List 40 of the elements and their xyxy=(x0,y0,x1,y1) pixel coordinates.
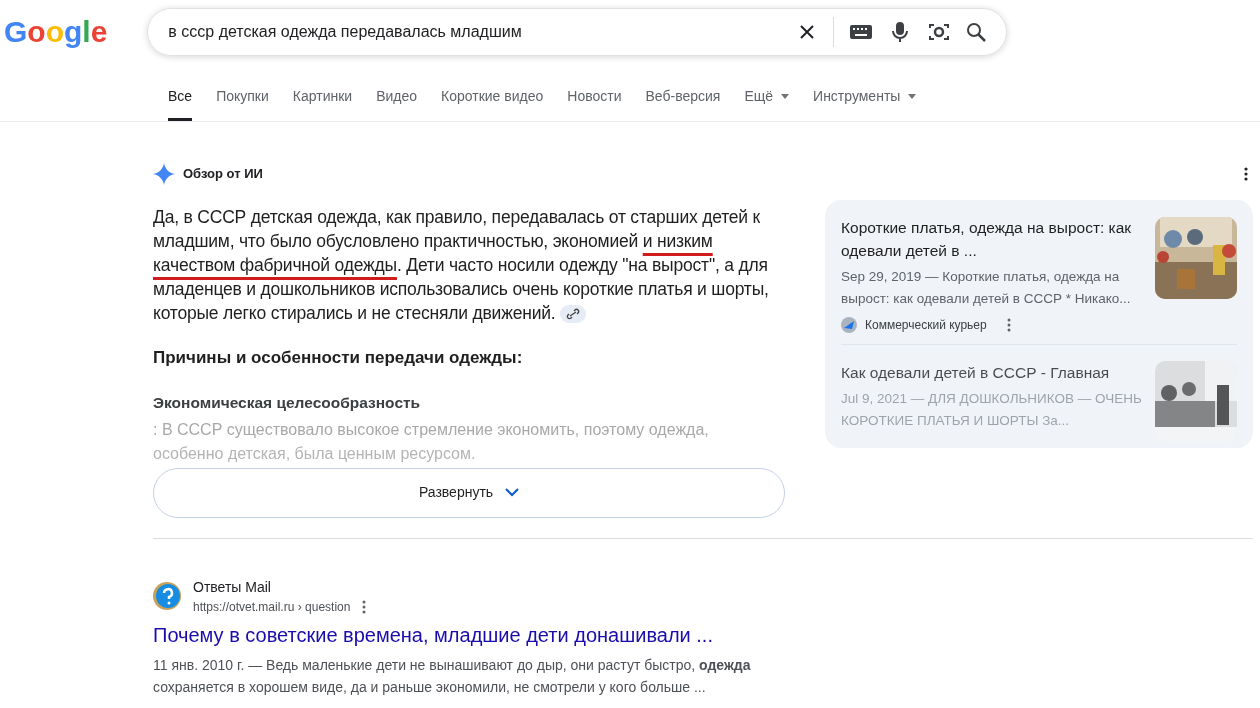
caret-icon xyxy=(781,94,790,99)
tab[interactable]: Покупки xyxy=(216,86,269,121)
expand-button[interactable]: Развернуть xyxy=(153,467,785,518)
subheading: Экономическая целесообразность xyxy=(153,392,422,413)
site-icon xyxy=(841,317,857,333)
chevron-icon xyxy=(505,488,520,498)
faded-text: особенно детская, была ценным ресурсом. xyxy=(153,443,477,464)
more-icon[interactable] xyxy=(1244,167,1248,181)
tab[interactable]: Видео xyxy=(376,86,418,121)
result-snippet: 11 янв. 2010 г. — Ведь маленькие дети не вынашивают до дыр, они растут быстро, одежда сохраняется в хорошем виде, да и раньше экономили, не смотрели у кого больше ... xyxy=(153,655,752,697)
microphone-icon[interactable] xyxy=(892,21,909,43)
tab[interactable]: Веб-версия xyxy=(645,86,721,121)
keyboard-icon[interactable] xyxy=(850,24,873,40)
source-site[interactable]: Коммерческий курьер xyxy=(865,316,987,334)
source-snippet: Jul 9, 2021 — ДЛЯ ДОШКОЛЬНИКОВ — ОЧЕНЬ КОРОТКИЕ ПЛАТЬЯ И ШОРТЫ За... xyxy=(841,390,1143,430)
camera-icon[interactable] xyxy=(928,22,951,42)
tab[interactable]: Новости xyxy=(567,86,622,121)
tab[interactable]: Картинки xyxy=(292,86,353,121)
sparkle-icon xyxy=(153,163,175,185)
search-field[interactable]: в ссср детская одежда передавалась младшим xyxy=(168,20,790,44)
source-title[interactable]: Как одевали детей в СССР - Главная xyxy=(841,361,1143,384)
section-heading: Причины и особенности передачи одежды: xyxy=(153,347,524,369)
tab[interactable]: Все xyxy=(168,86,193,121)
google-logo[interactable]: Google xyxy=(2,12,110,52)
link-icon[interactable] xyxy=(560,305,587,324)
more-icon[interactable] xyxy=(362,599,367,614)
source-snippet: Sep 29, 2019 — Короткие платья, одежда на вырост: как одевали детей в СССР * Никако... xyxy=(841,268,1132,308)
result-title[interactable]: Почему в советские времена, младшие дети донашивали ... xyxy=(153,619,1260,650)
search-icon[interactable] xyxy=(966,22,987,42)
site-icon xyxy=(153,582,181,611)
source-title[interactable]: Короткие платья, одежда на вырост: как одевали детей в ... xyxy=(841,216,1143,262)
overview-title: Обзор от ИИ xyxy=(183,165,263,184)
answer-paragraph: Да, в СССР детская одежда, как правило, передавалась от старших детей к младшим, что было обусловлено практичностью, экономией и низким качеством фабричной одежды. Дети часто носили одежду "на вырост", а для младенцев и дошкольников использовались очень короткие платья и шорты, которые легко стирались и не стесняли движений. xyxy=(153,206,770,325)
site-url[interactable]: https://otvet.mail.ru › question xyxy=(193,597,351,616)
tab[interactable]: Короткие видео xyxy=(441,86,544,121)
caret-icon xyxy=(908,94,917,99)
faded-text: : В СССР существовало высокое стремление экономить, поэтому одежда, xyxy=(153,419,710,440)
tab[interactable]: Инструменты xyxy=(813,86,917,121)
site-name: Ответы Mail xyxy=(193,577,272,597)
tab[interactable]: Ещё xyxy=(744,86,790,121)
